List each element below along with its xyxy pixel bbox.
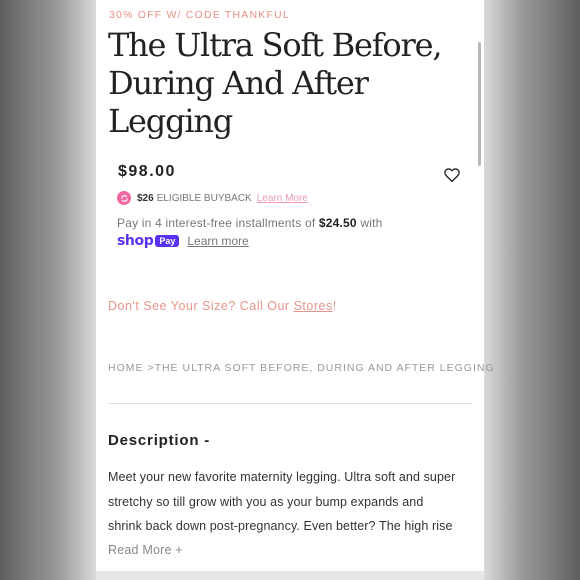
buyback-label: ELIGIBLE BUYBACK — [156, 192, 252, 204]
product-title-line-3: Legging — [108, 102, 233, 140]
buyback-learn-more-link[interactable]: Learn More — [257, 193, 308, 204]
description-line-3: shrink back down post-pregnancy. Even be… — [108, 519, 453, 533]
description-line-2: stretchy so till grow with you as your b… — [108, 494, 424, 509]
installments-suffix: with — [360, 216, 383, 230]
description-body: Meet your new favorite maternity legging… — [108, 465, 474, 539]
product-title-line-1: The Ultra Soft Before, — [108, 26, 443, 64]
wishlist-button[interactable] — [443, 166, 461, 184]
buyback-amount: $26 — [137, 192, 154, 204]
shop-pay-badge: Pay — [155, 235, 180, 247]
shop-pay-row: shop Pay Learn more — [117, 233, 249, 249]
installment-amount: $24.50 — [318, 216, 357, 230]
size-help-suffix: ! — [332, 299, 337, 313]
read-more-button[interactable]: Read More + — [108, 543, 183, 557]
buyback-icon — [117, 191, 131, 205]
description-heading[interactable]: Description - — [108, 432, 210, 449]
heart-icon — [444, 168, 460, 183]
breadcrumb-current: THE ULTRA SOFT BEFORE, DURING AND AFTER … — [154, 362, 495, 374]
product-price: $98.00 — [118, 163, 176, 180]
product-title-line-2: During And After — [108, 64, 369, 102]
product-title: The Ultra Soft Before, During And After … — [108, 26, 458, 140]
breadcrumb: HOME >THE ULTRA SOFT BEFORE, DURING AND … — [108, 362, 495, 374]
size-help-text: Don't See Your Size? Call Our Stores! — [108, 299, 337, 313]
description-line-1: Meet your new favorite maternity legging… — [108, 470, 456, 484]
buyback-row: $26 ELIGIBLE BUYBACK Learn More — [117, 191, 308, 205]
stores-link[interactable]: Stores — [294, 299, 333, 313]
section-divider — [108, 403, 472, 404]
size-help-label: Don't See Your Size? Call Our — [108, 299, 290, 313]
installments-prefix: Pay in 4 interest-free installments of — [117, 216, 316, 230]
breadcrumb-separator: > — [147, 362, 155, 374]
bottom-strip — [96, 571, 484, 580]
shop-pay-learn-more-link[interactable]: Learn more — [187, 234, 248, 248]
installments-text: Pay in 4 interest-free installments of $… — [117, 216, 383, 230]
breadcrumb-home-link[interactable]: HOME — [108, 362, 144, 374]
shop-pay-logo: shop — [117, 233, 154, 249]
scrollbar[interactable] — [478, 42, 481, 166]
promo-banner: 30% OFF W/ CODE THANKFUL — [109, 9, 290, 21]
